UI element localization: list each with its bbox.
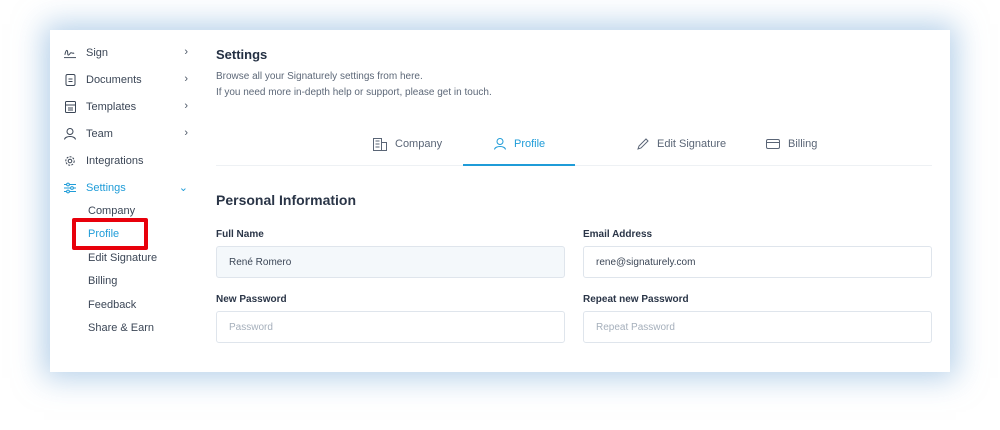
tab-label: Edit Signature (657, 138, 727, 150)
tab-label: Company (395, 138, 443, 150)
new-password-input[interactable] (216, 311, 565, 343)
chevron-right-icon: › (184, 73, 188, 85)
full-name-field[interactable]: René Romero (216, 246, 565, 278)
pencil-icon (637, 138, 649, 150)
settings-card: Sign › Documents › Templates › Team › In… (50, 30, 950, 372)
main-content: Settings Browse all your Signaturely set… (216, 30, 932, 372)
card-icon (766, 138, 780, 150)
sidebar-subitem-edit-signature[interactable]: Edit Signature (88, 249, 157, 267)
sidebar-item-team[interactable]: Team › (64, 124, 188, 144)
sidebar-item-integrations[interactable]: Integrations (64, 151, 188, 171)
tab-company[interactable]: Company (373, 122, 442, 166)
chevron-right-icon: › (184, 127, 188, 139)
tab-label: Billing (788, 138, 818, 150)
email-label: Email Address (583, 229, 653, 240)
sidebar-item-label: Documents (86, 74, 142, 86)
sidebar-subitem-share-earn[interactable]: Share & Earn (88, 319, 154, 337)
new-password-label: New Password (216, 294, 287, 305)
sidebar-item-label: Templates (86, 101, 137, 113)
sidebar-item-label: Sign (86, 47, 109, 59)
highlight-box (72, 218, 148, 250)
sidebar-item-sign[interactable]: Sign › (64, 43, 188, 63)
tab-profile[interactable]: Profile (494, 122, 545, 166)
tab-label: Profile (514, 138, 546, 150)
sidebar-item-label: Settings (86, 182, 126, 194)
building-icon (373, 137, 387, 151)
sidebar-item-templates[interactable]: Templates › (64, 97, 188, 117)
page-title: Settings (216, 47, 268, 62)
sidebar-item-label: Team (86, 128, 113, 140)
full-name-label: Full Name (216, 229, 264, 240)
signature-icon (64, 47, 76, 59)
sliders-icon (64, 182, 76, 194)
repeat-password-input[interactable] (583, 311, 932, 343)
sidebar-item-settings[interactable]: Settings ⌄ (64, 178, 188, 198)
user-icon (64, 128, 76, 140)
gear-icon (64, 155, 76, 167)
template-icon (64, 101, 76, 113)
repeat-password-label: Repeat new Password (583, 294, 689, 305)
document-icon (64, 74, 76, 86)
chevron-right-icon: › (184, 100, 188, 112)
sidebar-item-documents[interactable]: Documents › (64, 70, 188, 90)
chevron-down-icon: ⌄ (178, 182, 188, 194)
user-icon (494, 138, 506, 150)
email-field[interactable]: rene@signaturely.com (583, 246, 932, 278)
active-tab-indicator (463, 164, 575, 166)
section-title: Personal Information (216, 192, 357, 208)
settings-tabs: Company Profile Edit Signature Billing (216, 122, 932, 166)
sidebar: Sign › Documents › Templates › Team › In… (50, 30, 200, 372)
sidebar-subitem-billing[interactable]: Billing (88, 272, 117, 290)
page-description-line1: Browse all your Signaturely settings fro… (216, 71, 423, 82)
sidebar-subitem-feedback[interactable]: Feedback (88, 296, 136, 314)
tab-edit-signature[interactable]: Edit Signature (637, 122, 726, 166)
sidebar-item-label: Integrations (86, 155, 144, 167)
page-description-line2: If you need more in-depth help or suppor… (216, 87, 492, 98)
chevron-right-icon: › (184, 46, 188, 58)
tab-billing[interactable]: Billing (766, 122, 817, 166)
